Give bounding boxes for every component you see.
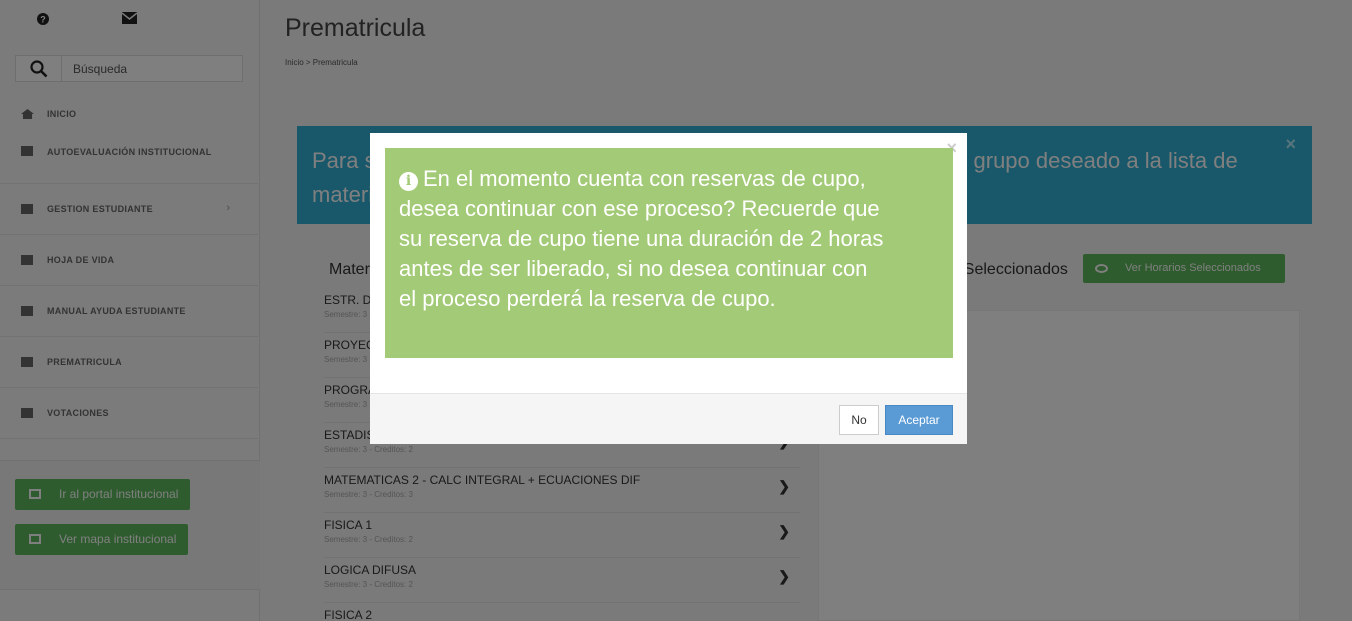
confirm-dialog: × iEn el momento cuenta con reservas de … [370,133,967,444]
dialog-message-box: i En el momento cuenta con reservas de cu… [385,148,953,358]
accept-button[interactable]: Aceptar [885,405,953,435]
dialog-message: i En el momento cuenta con reservas de cu… [399,164,889,314]
dialog-message-text: En el momento cuenta con reservas de cup… [399,166,884,311]
dialog-footer: No Aceptar [370,393,967,444]
info-icon: i [399,172,418,191]
no-button[interactable]: No [839,405,879,435]
